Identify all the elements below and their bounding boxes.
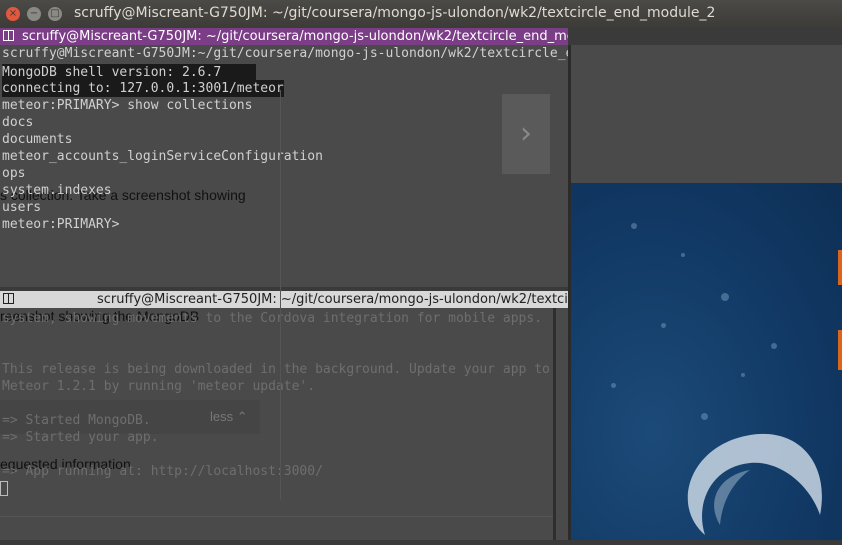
window-titlebar: × − □ scruffy@Miscreant-G750JM: ~/git/co… xyxy=(0,0,842,28)
terminal-line: connecting to: 127.0.0.1:3001/meteor xyxy=(2,80,284,97)
chevron-right-icon: › xyxy=(502,94,550,174)
close-button[interactable]: × xyxy=(6,7,20,21)
terminal-pane-icon[interactable] xyxy=(3,30,14,41)
terminal-line: => Started MongoDB. xyxy=(2,413,151,428)
terminal-line: => Started your app. xyxy=(2,430,159,445)
terminal-cursor xyxy=(0,481,8,496)
terminal-pane-header: scruffy@Miscreant-G750JM: ~/git/coursera… xyxy=(0,28,568,45)
terminal-pane-top[interactable]: › s collection. Take a screenshot showin… xyxy=(0,28,568,287)
terminal-line: meteor:PRIMARY> show collections xyxy=(2,98,253,113)
terminal-line: docs xyxy=(2,115,34,130)
terminal-line: documents xyxy=(2,132,73,147)
minimize-button[interactable]: − xyxy=(27,7,41,21)
terminal-pane-title: scruffy@Miscreant-G750JM: ~/git/coursera… xyxy=(22,29,568,44)
terminal-line: => App running at: http://localhost:3000… xyxy=(2,464,323,479)
terminal-line: This release is being downloaded in the … xyxy=(2,362,550,377)
pane-splitter[interactable] xyxy=(553,308,556,540)
window-title: scruffy@Miscreant-G750JM: ~/git/coursera… xyxy=(74,5,716,21)
terminal-pane-header: scruffy@Miscreant-G750JM: ~/git/coursera… xyxy=(0,291,568,308)
divider xyxy=(0,516,555,517)
terminal-line: system, showing movements to the Cordova… xyxy=(2,311,543,326)
moon-shape xyxy=(687,433,822,535)
maximize-button[interactable]: □ xyxy=(48,7,62,21)
background-window xyxy=(571,45,842,183)
edge-accent xyxy=(838,330,842,370)
less-toggle: less ⌃ xyxy=(210,409,248,424)
terminal-line: system.indexes xyxy=(2,183,112,198)
edge-accent xyxy=(838,250,842,285)
terminal-line: scruffy@Miscreant-G750JM:~/git/coursera/… xyxy=(2,46,568,61)
terminal-line: meteor_accounts_loginServiceConfiguratio… xyxy=(2,149,323,164)
terminal-pane-icon[interactable] xyxy=(3,293,14,304)
terminal-pane-title: scruffy@Miscreant-G750JM: ~/git/coursera… xyxy=(97,292,568,307)
terminal-line: MongoDB shell version: 2.6.7 xyxy=(2,64,257,81)
terminal-line: ops xyxy=(2,166,26,181)
divider xyxy=(280,90,281,500)
terminal-line: Meteor 1.2.1 by running 'meteor update'. xyxy=(2,379,316,394)
terminal-line: users xyxy=(2,200,42,215)
terminal-prompt: meteor:PRIMARY> xyxy=(2,217,128,232)
terminal-pane-bottom[interactable]: less ⌃ reenshot showing the MongoDB eque… xyxy=(0,291,568,540)
